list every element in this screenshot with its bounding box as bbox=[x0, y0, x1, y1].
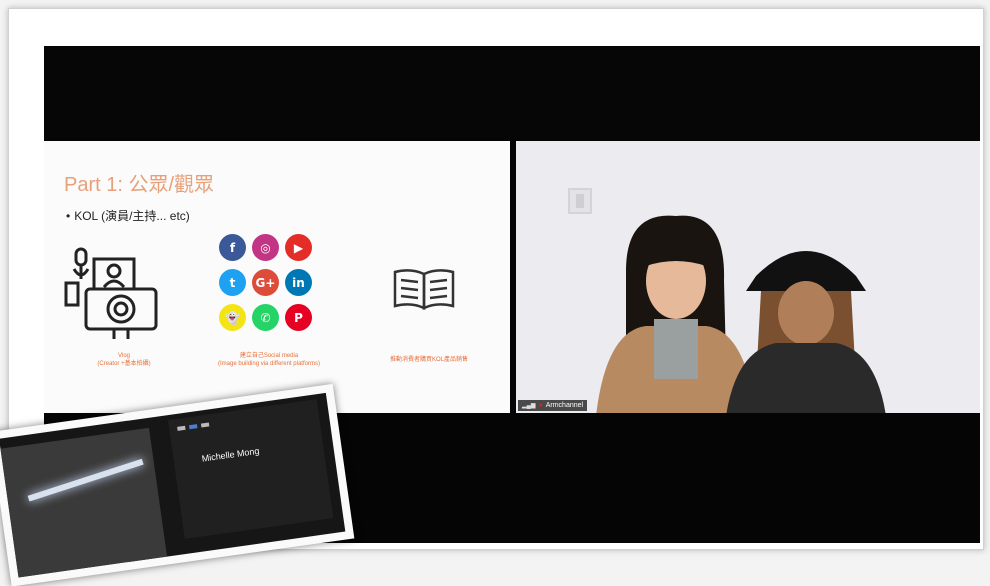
bullet-text: KOL (演員/主持... etc) bbox=[74, 209, 190, 223]
instagram-icon: ◎ bbox=[252, 234, 279, 261]
linkedin-icon: in bbox=[285, 269, 312, 296]
whatsapp-icon: ✆ bbox=[252, 304, 279, 331]
control-dot bbox=[177, 425, 186, 431]
muted-mic-icon: ● bbox=[538, 402, 543, 409]
ceiling-light bbox=[27, 458, 144, 502]
twitter-icon: t bbox=[219, 269, 246, 296]
open-book-icon bbox=[393, 269, 455, 310]
inset-participant-name: Michelle Mong bbox=[201, 445, 260, 464]
youtube-icon: ▶ bbox=[285, 234, 312, 261]
signal-icon: ▂▄▆ bbox=[522, 403, 536, 409]
facebook-icon: f bbox=[219, 234, 246, 261]
participant-name-tag: ▂▄▆ ● Armchannel bbox=[518, 400, 588, 411]
inset-participant-panel: Michelle Mong bbox=[168, 399, 334, 539]
control-dot bbox=[200, 422, 210, 428]
google-plus-icon: G+ bbox=[252, 269, 279, 296]
vlog-camera-icon bbox=[64, 247, 158, 339]
social-media-icons: f ◎ ▶ t G+ in 👻 ✆ P bbox=[219, 234, 319, 334]
participant-person-right bbox=[726, 251, 886, 413]
control-dot bbox=[188, 424, 198, 430]
snapchat-icon: 👻 bbox=[219, 304, 246, 331]
caption-vlog: Vlog (Creator +基本拍攝) bbox=[97, 353, 151, 367]
bullet-dot: • bbox=[66, 209, 71, 223]
top-black-band bbox=[44, 46, 980, 139]
inset-camera-feed bbox=[0, 427, 168, 578]
slide-title: Part 1: 公眾/觀眾 bbox=[64, 174, 215, 196]
shared-slide: Part 1: 公眾/觀眾 • KOL (演員/主持... etc) f ◎ ▶… bbox=[44, 141, 510, 413]
caption-social-media: 建立自己Social media (Image building via dif… bbox=[218, 353, 320, 367]
window-controls bbox=[177, 422, 210, 431]
pinterest-icon: P bbox=[285, 304, 312, 331]
caption-book: 推動消費者購買KOL產品銷售 bbox=[389, 357, 468, 363]
participant-name: Armchannel bbox=[545, 402, 584, 409]
participant-video-tile[interactable]: ▂▄▆ ● Armchannel bbox=[516, 141, 980, 413]
slide-bullet: • KOL (演員/主持... etc) bbox=[66, 207, 190, 224]
